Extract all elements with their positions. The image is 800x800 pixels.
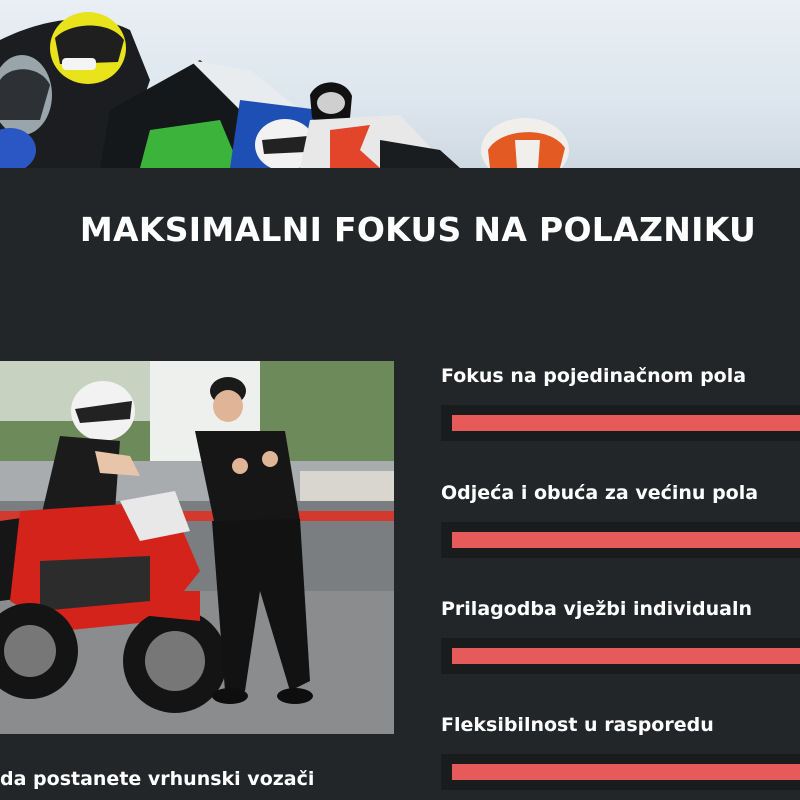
skill-bar-fill: [452, 764, 800, 780]
instructor-photo: [0, 361, 394, 734]
racing-riders-image: [0, 12, 569, 168]
skill-item: Fokus na pojedinačnom pola: [441, 363, 800, 441]
skill-label: Odjeća i obuća za većinu pola: [441, 482, 759, 504]
skill-item: Odjeća i obuća za većinu pola: [441, 480, 800, 558]
skill-label: Prilagodba vježbi individualn: [441, 598, 753, 620]
skill-bar-track: [441, 405, 800, 441]
skill-label: Fleksibilnost u rasporedu: [441, 714, 714, 736]
skill-bar-fill: [452, 532, 800, 548]
skill-bar-fill: [452, 415, 800, 431]
instructor-with-rider-image: [0, 361, 394, 734]
skill-bar-track: [441, 754, 800, 790]
hero-banner: [0, 0, 800, 168]
photo-caption: da postanete vrhunski vozači: [0, 768, 315, 790]
skill-bar-fill: [452, 648, 800, 664]
skill-bar-track: [441, 522, 800, 558]
skill-label: Fokus na pojedinačnom pola: [441, 365, 747, 387]
section-title: MAKSIMALNI FOKUS NA POLAZNIKU: [79, 210, 757, 249]
skill-item: Fleksibilnost u rasporedu: [441, 712, 800, 790]
skill-item: Prilagodba vježbi individualn: [441, 596, 800, 674]
skill-bar-track: [441, 638, 800, 674]
